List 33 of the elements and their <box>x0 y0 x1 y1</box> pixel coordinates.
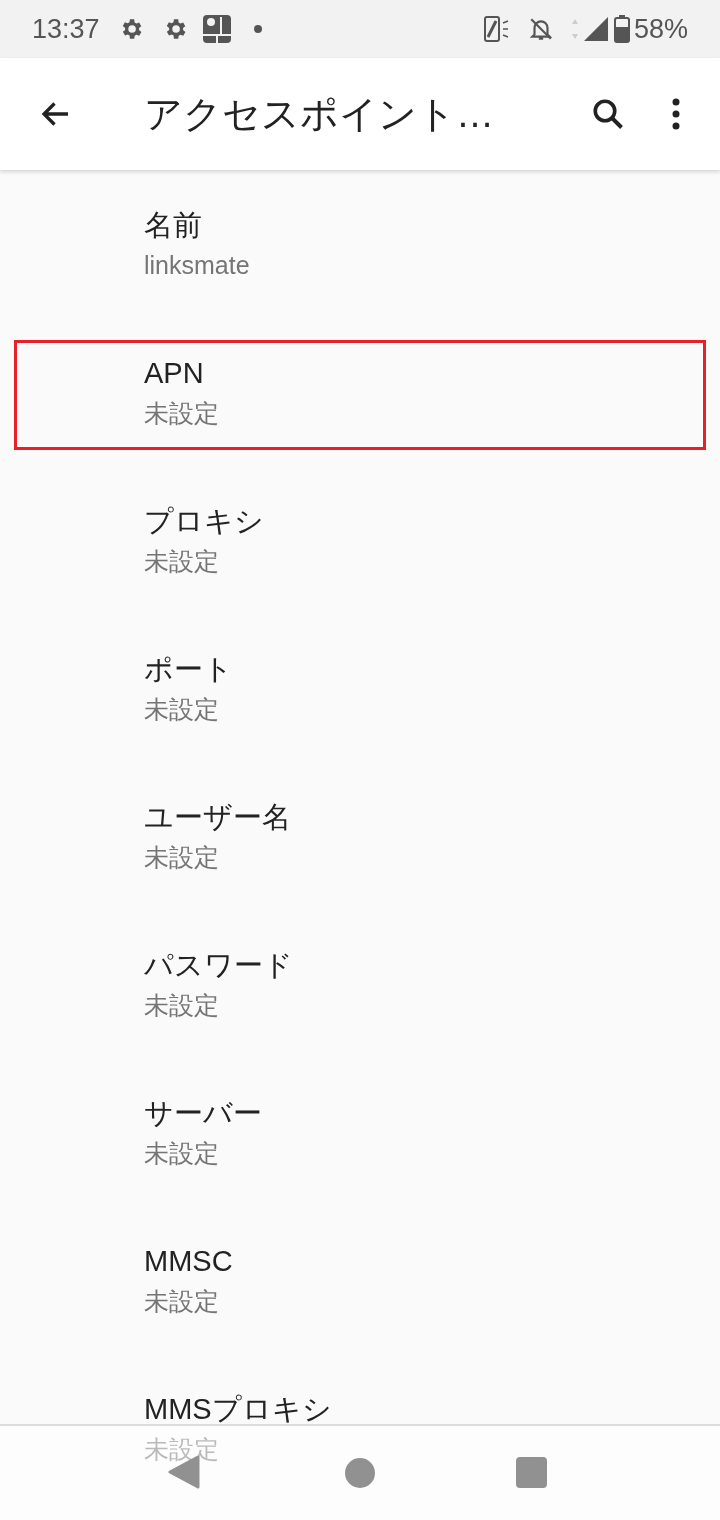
setting-value: 未設定 <box>144 546 219 577</box>
setting-value: 未設定 <box>144 1286 219 1317</box>
more-options-icon <box>671 96 681 132</box>
setting-value: 未設定 <box>144 1138 219 1169</box>
setting-title[interactable]: ポート <box>144 651 233 687</box>
signal-icon <box>569 15 610 43</box>
setting-title[interactable]: APN <box>144 355 204 391</box>
setting-row[interactable]: 名前 linksmate <box>14 192 706 302</box>
setting-value: 未設定 <box>144 990 219 1021</box>
setting-row[interactable]: MMSC 未設定 <box>14 1228 706 1338</box>
setting-title[interactable]: MMSプロキシ <box>144 1391 332 1427</box>
screen-rotation-icon <box>483 15 510 43</box>
status-time: 13:37 <box>32 12 100 46</box>
battery-percentage: 58% <box>633 12 688 46</box>
battery-icon <box>613 15 630 43</box>
setting-title[interactable]: プロキシ <box>144 503 264 539</box>
setting-value: 未設定 <box>144 842 219 873</box>
setting-title[interactable]: サーバー <box>144 1095 262 1131</box>
setting-row[interactable]: サーバー 未設定 <box>14 1080 706 1190</box>
setting-title[interactable]: MMSC <box>144 1243 233 1279</box>
setting-value: 未設定 <box>144 398 219 429</box>
setting-title[interactable]: 名前 <box>144 207 202 243</box>
setting-row[interactable]: ユーザー名 未設定 <box>14 784 706 894</box>
setting-row[interactable]: パスワード 未設定 <box>14 932 706 1042</box>
setting-title[interactable]: パスワード <box>144 947 293 983</box>
setting-row[interactable]: プロキシ 未設定 <box>14 488 706 598</box>
setting-value: 未設定 <box>144 694 219 725</box>
app-bar-title: アクセスポイント… <box>144 91 494 137</box>
bell-off-icon <box>527 16 554 42</box>
home-button[interactable] <box>345 1458 375 1488</box>
setting-title[interactable]: ユーザー名 <box>144 799 291 835</box>
setting-value: linksmate <box>144 250 250 281</box>
setting-row[interactable]: ポート 未設定 <box>14 636 706 746</box>
